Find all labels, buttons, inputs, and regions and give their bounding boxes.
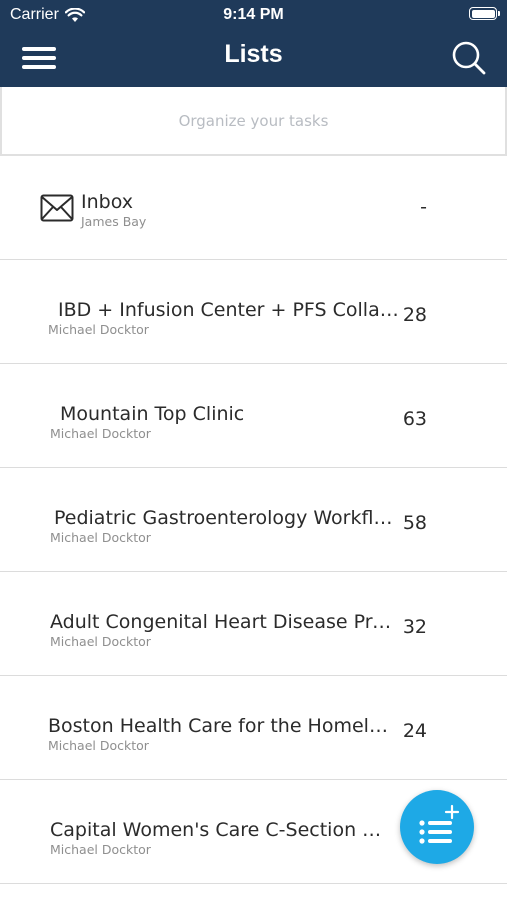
list-count: 58 xyxy=(402,512,427,534)
list-owner: James Bay xyxy=(81,214,147,229)
list-owner: Michael Docktor xyxy=(50,634,151,649)
status-time: 9:14 PM xyxy=(223,6,284,23)
list-item-text: Mountain Top Clinic Michael Docktor xyxy=(50,402,244,442)
list-title: IBD + Infusion Center + PFS Collaborat..… xyxy=(58,299,406,321)
list-item-text: Adult Congenital Heart Disease Program M… xyxy=(50,610,398,650)
list-count: 63 xyxy=(402,408,427,430)
list-item[interactable]: Boston Health Care for the Homeless P...… xyxy=(0,676,507,780)
list-owner: Michael Docktor xyxy=(50,426,151,441)
list-item-text: Capital Women's Care C-Section Workflow … xyxy=(50,818,398,858)
list-owner: Michael Docktor xyxy=(50,842,151,857)
list-item-text: Inbox James Bay xyxy=(81,190,146,230)
list-item[interactable]: Adult Congenital Heart Disease Program M… xyxy=(0,572,507,676)
envelope-icon xyxy=(40,194,74,222)
list-count: 28 xyxy=(402,304,427,326)
list-owner: Michael Docktor xyxy=(48,322,149,337)
add-list-button[interactable] xyxy=(400,790,474,864)
list-count: - xyxy=(420,196,427,218)
list-title: Adult Congenital Heart Disease Program xyxy=(50,611,398,633)
list-title: Pediatric Gastroenterology Workflows xyxy=(54,507,402,529)
list-item[interactable]: Pediatric Gastroenterology Workflows Mic… xyxy=(0,468,507,572)
search-icon[interactable] xyxy=(451,40,487,76)
search-input[interactable] xyxy=(2,87,505,154)
lists-container: Inbox James Bay - IBD + Infusion Center … xyxy=(0,156,507,884)
list-item[interactable]: Mountain Top Clinic Michael Docktor 63 xyxy=(0,364,507,468)
list-item-text: IBD + Infusion Center + PFS Collaborat..… xyxy=(48,298,406,338)
list-item-text: Pediatric Gastroenterology Workflows Mic… xyxy=(50,506,402,546)
add-list-icon xyxy=(419,804,460,844)
list-title: Inbox xyxy=(81,191,133,213)
list-item-text: Boston Health Care for the Homeless P...… xyxy=(48,714,396,754)
battery-icon xyxy=(469,7,500,20)
list-owner: Michael Docktor xyxy=(50,530,151,545)
list-owner: Michael Docktor xyxy=(48,738,149,753)
nav-bar: Lists xyxy=(0,30,507,87)
search-bar xyxy=(0,87,507,156)
list-item-inbox[interactable]: Inbox James Bay - xyxy=(0,156,507,260)
list-count: 32 xyxy=(402,616,427,638)
list-count: 24 xyxy=(402,720,427,742)
list-title: Boston Health Care for the Homeless P... xyxy=(48,715,396,737)
status-bar: Carrier 9:14 PM xyxy=(0,0,507,30)
list-title: Capital Women's Care C-Section Workflow xyxy=(50,819,398,841)
page-title: Lists xyxy=(224,40,283,68)
list-item[interactable]: IBD + Infusion Center + PFS Collaborat..… xyxy=(0,260,507,364)
list-title: Mountain Top Clinic xyxy=(60,403,245,425)
app-header: Carrier 9:14 PM Lists xyxy=(0,0,507,87)
